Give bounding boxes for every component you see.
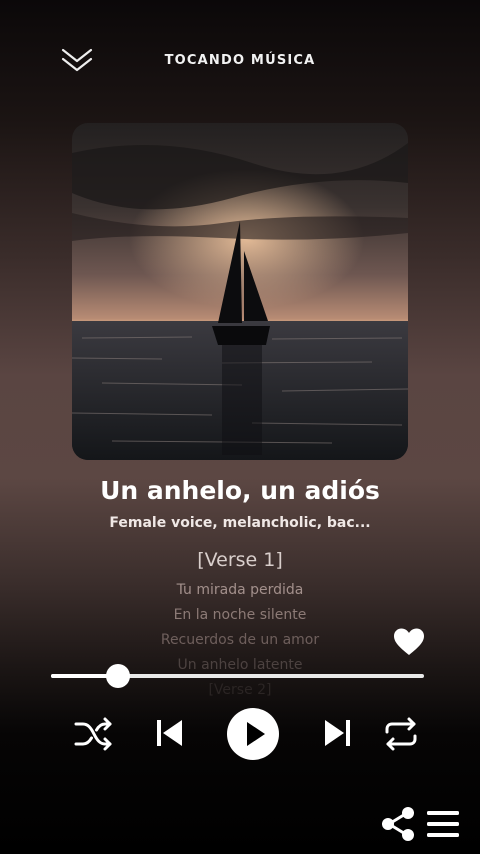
lyric-line: En la noche silente xyxy=(173,607,307,623)
page-title: TOCANDO MÚSICA xyxy=(164,53,316,68)
lyric-line: [Verse 2] xyxy=(208,682,272,698)
heart-icon[interactable] xyxy=(393,627,425,657)
play-button[interactable] xyxy=(226,707,280,761)
track-title: Un anhelo, un adiós xyxy=(100,476,380,505)
progress-thumb[interactable] xyxy=(106,664,130,688)
track-subtitle: Female voice, melancholic, bac... xyxy=(109,515,371,531)
skip-previous-icon[interactable] xyxy=(155,717,185,749)
album-cover xyxy=(72,123,408,460)
lyric-line: [Verse 1] xyxy=(197,549,283,571)
lyric-line: Un anhelo latente xyxy=(177,657,303,673)
menu-icon[interactable] xyxy=(426,808,460,840)
repeat-icon[interactable] xyxy=(381,715,421,753)
progress-slider[interactable] xyxy=(51,664,424,688)
shuffle-icon[interactable] xyxy=(74,715,114,753)
lyric-line: Tu mirada perdida xyxy=(176,582,304,598)
skip-next-icon[interactable] xyxy=(322,717,352,749)
share-icon[interactable] xyxy=(380,806,416,842)
